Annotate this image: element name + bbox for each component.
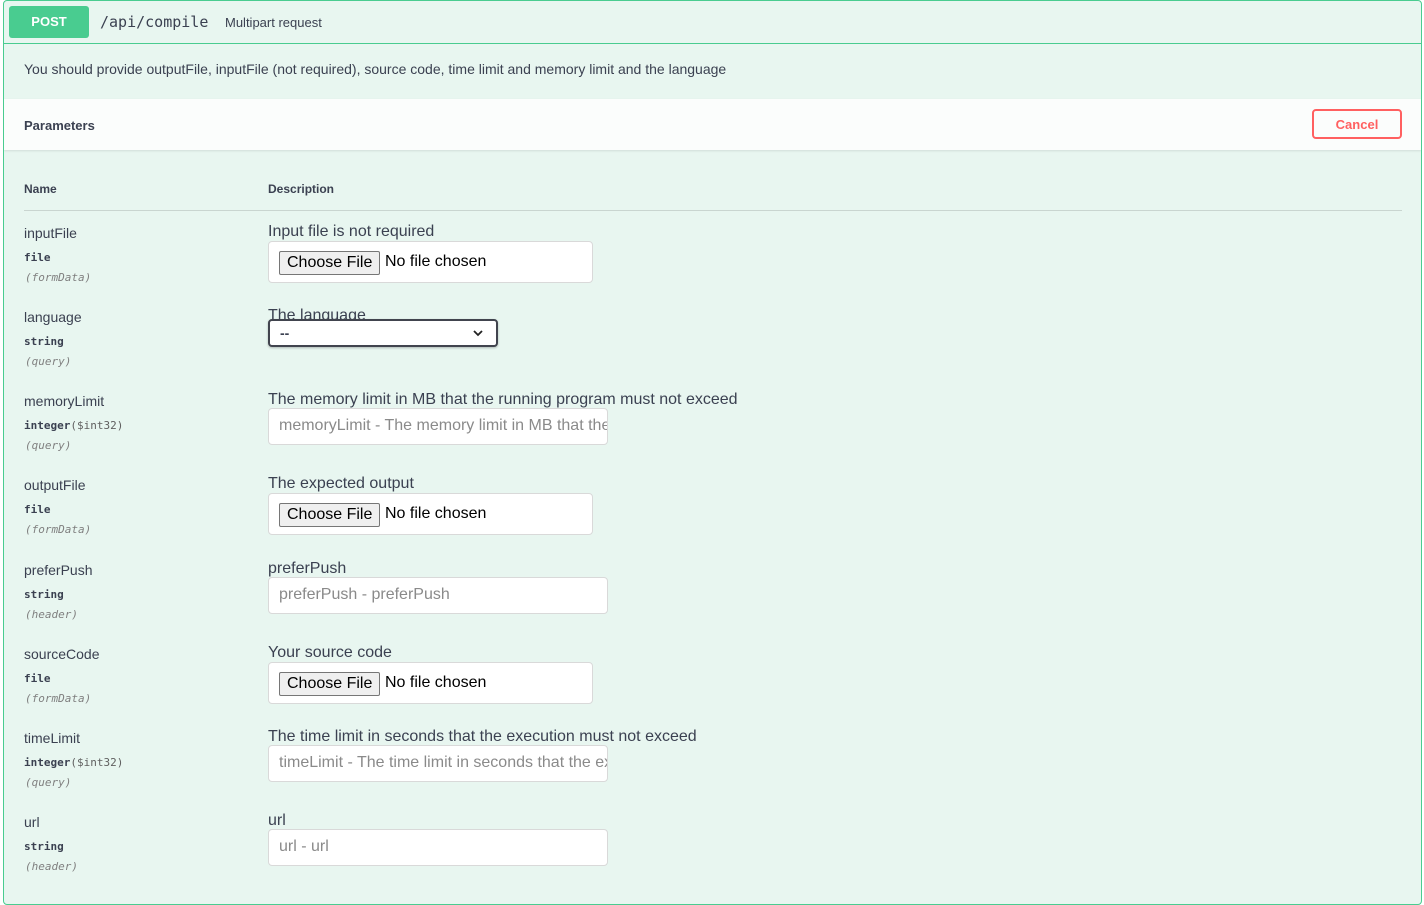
param-description: url	[268, 812, 286, 829]
url-input[interactable]: url - url	[268, 829, 608, 866]
file-status-text: No file chosen	[385, 674, 487, 691]
input-placeholder: url - url	[279, 838, 329, 855]
file-input-outputfile: Choose File No file chosen	[268, 493, 593, 535]
param-name: preferPush	[24, 562, 93, 578]
parameters-header: Parameters Cancel	[4, 99, 1421, 150]
param-type: file	[24, 503, 51, 516]
param-location: (header)	[25, 860, 78, 873]
param-description: Input file is not required	[268, 223, 435, 240]
param-type: string	[24, 335, 64, 348]
param-description: Your source code	[268, 644, 392, 661]
param-description: The time limit in seconds that the execu…	[268, 728, 697, 745]
param-name: url	[24, 814, 40, 830]
operation-summary[interactable]: POST /api/compile Multipart request	[4, 1, 1421, 44]
param-location: (header)	[25, 608, 78, 621]
param-type: integer($int32)	[24, 756, 124, 769]
param-location: (formData)	[25, 271, 92, 284]
param-type: file	[24, 672, 51, 685]
param-location: (query)	[25, 439, 72, 452]
header-divider	[24, 210, 1402, 211]
method-badge: POST	[9, 6, 89, 38]
cancel-button[interactable]: Cancel	[1312, 109, 1402, 139]
param-location: (query)	[25, 355, 72, 368]
column-header-description: Description	[268, 182, 335, 196]
param-name: sourceCode	[24, 646, 100, 662]
param-type: string	[24, 840, 64, 853]
operation-block: POST /api/compile Multipart request You …	[3, 0, 1422, 905]
timelimit-input[interactable]: timeLimit - The time limit in seconds th…	[268, 745, 608, 782]
input-placeholder: preferPush - preferPush	[279, 586, 450, 603]
parameters-title: Parameters	[24, 118, 95, 133]
param-description: The expected output	[268, 475, 414, 492]
operation-summary-text: Multipart request	[225, 15, 322, 30]
language-select[interactable]: --	[268, 319, 498, 347]
file-input-sourcecode: Choose File No file chosen	[268, 662, 593, 704]
param-name: inputFile	[24, 225, 77, 241]
param-name: memoryLimit	[24, 393, 105, 409]
operation-path: /api/compile	[100, 13, 209, 31]
choose-file-button[interactable]: Choose File	[279, 251, 381, 275]
input-placeholder: timeLimit - The time limit in seconds th…	[279, 754, 607, 771]
param-type: string	[24, 588, 64, 601]
param-location: (formData)	[25, 523, 92, 536]
language-select-value: --	[280, 325, 290, 341]
input-placeholder: memoryLimit - The memory limit in MB tha…	[279, 417, 607, 434]
param-description: preferPush	[268, 560, 347, 577]
preferpush-input[interactable]: preferPush - preferPush	[268, 577, 608, 614]
param-name: timeLimit	[24, 730, 81, 746]
file-input-inputfile: Choose File No file chosen	[268, 241, 593, 283]
file-status-text: No file chosen	[385, 253, 487, 270]
choose-file-button[interactable]: Choose File	[279, 672, 381, 696]
param-description: The memory limit in MB that the running …	[268, 391, 738, 408]
chevron-down-icon	[473, 330, 483, 337]
memorylimit-input[interactable]: memoryLimit - The memory limit in MB tha…	[268, 408, 608, 445]
choose-file-button[interactable]: Choose File	[279, 503, 381, 527]
param-location: (formData)	[25, 692, 92, 705]
param-name: outputFile	[24, 477, 86, 493]
param-name: language	[24, 309, 82, 325]
param-type: integer($int32)	[24, 419, 124, 432]
param-type: file	[24, 251, 51, 264]
operation-description: You should provide outputFile, inputFile…	[24, 61, 727, 77]
file-status-text: No file chosen	[385, 505, 487, 522]
column-header-name: Name	[24, 182, 57, 196]
param-location: (query)	[25, 776, 72, 789]
